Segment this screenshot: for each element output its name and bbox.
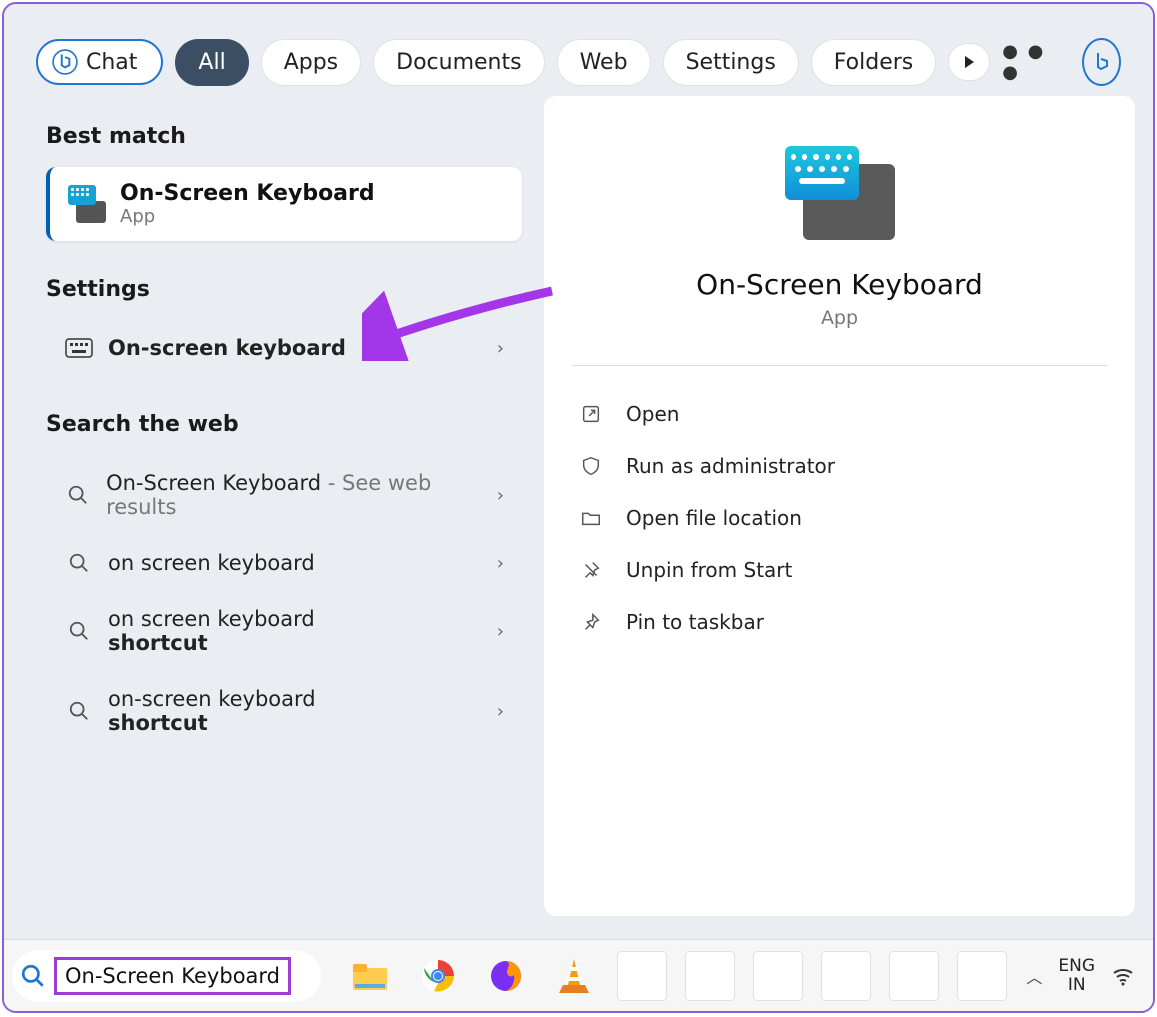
search-icon xyxy=(64,700,94,722)
search-icon xyxy=(64,484,92,506)
tray-expand-icon[interactable]: ︿ xyxy=(1026,964,1042,988)
web-result-label: On-Screen Keyboard - See web results xyxy=(106,471,483,519)
osk-app-icon xyxy=(68,185,106,223)
bing-icon xyxy=(1090,50,1114,74)
more-options-button[interactable]: ● ● ● xyxy=(1002,41,1056,83)
search-icon xyxy=(64,620,94,642)
chat-tab-label: Chat xyxy=(86,50,137,75)
chevron-right-icon: › xyxy=(497,338,504,359)
bing-chat-icon xyxy=(52,49,78,75)
detail-title: On-Screen Keyboard xyxy=(572,268,1107,301)
settings-result-osk[interactable]: On-screen keyboard › xyxy=(46,320,522,376)
search-icon xyxy=(20,963,46,989)
action-open-location[interactable]: Open file location xyxy=(572,492,1107,544)
web-result-1[interactable]: on screen keyboard › xyxy=(46,535,522,591)
taskbar-apps xyxy=(345,951,1007,1001)
wifi-icon[interactable] xyxy=(1111,964,1135,988)
folder-icon xyxy=(580,507,602,529)
best-match-title: On-Screen Keyboard xyxy=(120,181,375,206)
web-result-label: on screen keyboard xyxy=(108,551,315,575)
action-pin-taskbar[interactable]: Pin to taskbar xyxy=(572,596,1107,648)
pin-icon xyxy=(580,611,602,633)
taskbar-app-blank[interactable] xyxy=(957,951,1007,1001)
file-explorer-icon[interactable] xyxy=(345,951,395,1001)
bing-button[interactable] xyxy=(1082,38,1121,86)
tab-folders[interactable]: Folders xyxy=(811,39,936,86)
tab-settings[interactable]: Settings xyxy=(663,39,799,86)
action-run-admin[interactable]: Run as administrator xyxy=(572,440,1107,492)
play-icon xyxy=(963,54,975,70)
taskbar-app-blank[interactable] xyxy=(889,951,939,1001)
filter-tabs: Chat All Apps Documents Web Settings Fol… xyxy=(4,4,1153,96)
results-column: Best match On-Screen Keyboard App Settin… xyxy=(22,96,522,916)
tab-apps[interactable]: Apps xyxy=(261,39,361,86)
osk-app-icon-large xyxy=(785,146,895,240)
tab-more[interactable] xyxy=(948,43,990,81)
detail-subtitle: App xyxy=(572,307,1107,329)
taskbar-search[interactable]: On-Screen Keyboard xyxy=(12,950,321,1002)
web-result-2[interactable]: on screen keyboardshortcut › xyxy=(46,591,522,671)
best-match-subtitle: App xyxy=(120,206,375,227)
language-indicator[interactable]: ENG IN xyxy=(1058,957,1095,994)
best-match-result[interactable]: On-Screen Keyboard App xyxy=(46,167,522,241)
action-label: Unpin from Start xyxy=(626,558,792,582)
section-settings: Settings xyxy=(46,277,522,302)
taskbar-app-blank[interactable] xyxy=(617,951,667,1001)
open-icon xyxy=(580,403,602,425)
taskbar: On-Screen Keyboard ︿ ENG IN xyxy=(4,939,1153,1011)
chevron-right-icon: › xyxy=(497,701,504,722)
tab-documents[interactable]: Documents xyxy=(373,39,544,86)
lang-top: ENG xyxy=(1058,957,1095,976)
chevron-right-icon: › xyxy=(497,553,504,574)
section-search-web: Search the web xyxy=(46,412,522,437)
vlc-icon[interactable] xyxy=(549,951,599,1001)
taskbar-app-blank[interactable] xyxy=(821,951,871,1001)
action-label: Open xyxy=(626,402,679,426)
section-best-match: Best match xyxy=(46,124,522,149)
detail-pane: On-Screen Keyboard App Open Run as admin… xyxy=(544,96,1135,916)
unpin-icon xyxy=(580,559,602,581)
keyboard-icon xyxy=(64,338,94,358)
web-result-label: on screen keyboardshortcut xyxy=(108,607,315,655)
action-label: Open file location xyxy=(626,506,802,530)
firefox-icon[interactable] xyxy=(481,951,531,1001)
web-result-label: on-screen keyboardshortcut xyxy=(108,687,316,735)
search-icon xyxy=(64,552,94,574)
action-label: Run as administrator xyxy=(626,454,835,478)
action-unpin-start[interactable]: Unpin from Start xyxy=(572,544,1107,596)
web-result-3[interactable]: on-screen keyboardshortcut › xyxy=(46,671,522,751)
lang-bottom: IN xyxy=(1058,976,1095,995)
tab-all[interactable]: All xyxy=(175,39,248,86)
chevron-right-icon: › xyxy=(497,485,504,506)
taskbar-app-blank[interactable] xyxy=(685,951,735,1001)
shield-icon xyxy=(580,455,602,477)
search-input-value: On-Screen Keyboard xyxy=(54,957,291,995)
action-label: Pin to taskbar xyxy=(626,610,764,634)
divider xyxy=(572,365,1107,366)
web-result-0[interactable]: On-Screen Keyboard - See web results › xyxy=(46,455,522,535)
chevron-right-icon: › xyxy=(497,621,504,642)
chrome-icon[interactable] xyxy=(413,951,463,1001)
taskbar-app-blank[interactable] xyxy=(753,951,803,1001)
action-open[interactable]: Open xyxy=(572,388,1107,440)
chat-tab[interactable]: Chat xyxy=(36,39,163,85)
settings-result-label: On-screen keyboard xyxy=(108,336,346,360)
tab-web[interactable]: Web xyxy=(557,39,651,86)
